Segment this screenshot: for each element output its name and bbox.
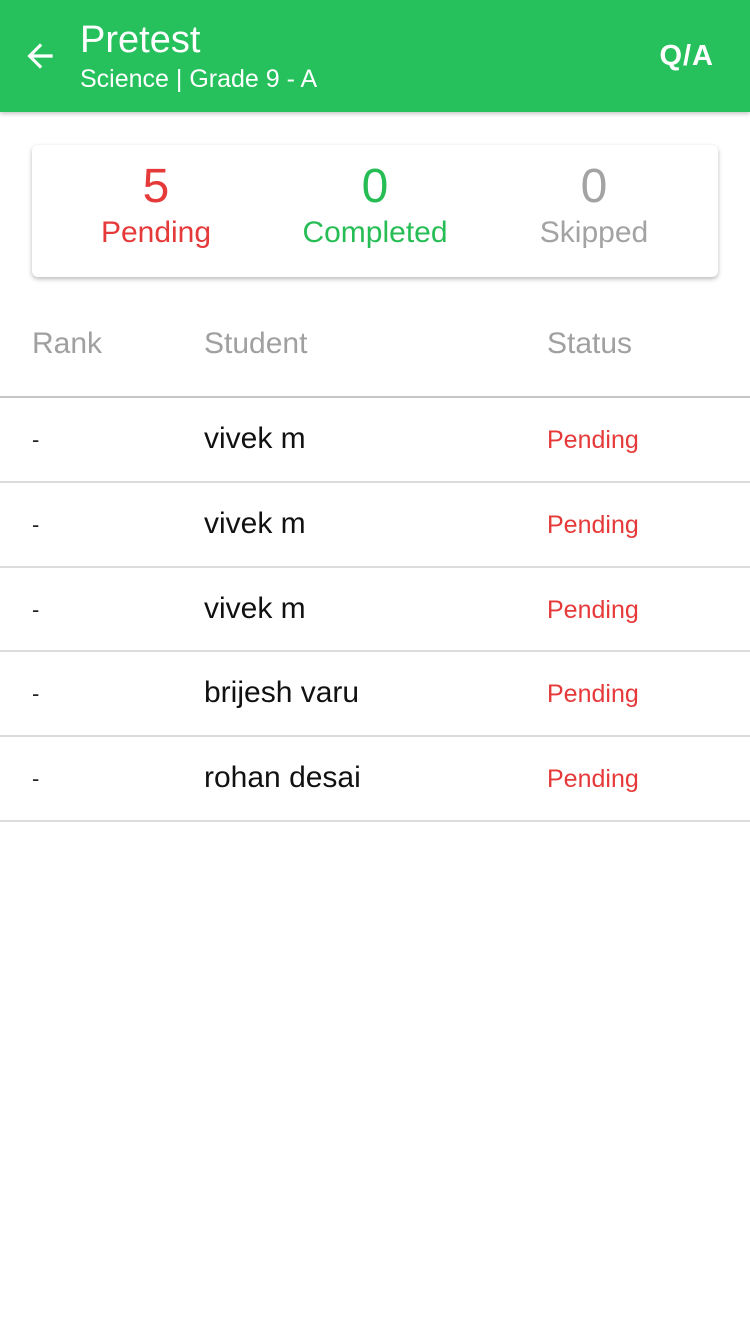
- table-header: Rank Student Status: [0, 314, 750, 398]
- table-row[interactable]: - rohan desai Pending: [0, 737, 750, 822]
- table-row[interactable]: - vivek m Pending: [0, 568, 750, 653]
- student-name: rohan desai: [204, 761, 361, 795]
- page-title: Pretest: [80, 19, 201, 61]
- pending-label: Pending: [100, 216, 212, 249]
- completed-label: Completed: [302, 216, 448, 249]
- student-list: - vivek m Pending - vivek m Pending - vi…: [0, 398, 750, 822]
- completed-count: 0: [361, 160, 389, 213]
- student-name: vivek m: [204, 591, 306, 625]
- status-badge: Pending: [547, 510, 639, 539]
- rank-cell: -: [32, 766, 40, 792]
- app-screen: Pretest Science | Grade 9 - A Q/A 5 Pend…: [0, 0, 750, 1334]
- pending-count: 5: [142, 160, 170, 213]
- table-row[interactable]: - vivek m Pending: [0, 398, 750, 483]
- table-row[interactable]: - brijesh varu Pending: [0, 652, 750, 738]
- rank-column-header: Rank: [32, 327, 103, 360]
- pending-stat: 5 Pending: [56, 159, 256, 251]
- student-name: brijesh varu: [204, 676, 360, 710]
- rank-cell: -: [32, 681, 40, 707]
- app-bar: Pretest Science | Grade 9 - A Q/A: [0, 0, 750, 112]
- status-badge: Pending: [547, 680, 639, 709]
- page-subtitle: Science | Grade 9 - A: [80, 65, 318, 93]
- student-name: vivek m: [204, 506, 306, 540]
- status-badge: Pending: [547, 595, 639, 624]
- summary-card: 5 Pending 0 Completed 0 Skipped: [32, 145, 718, 277]
- student-column-header: Student: [204, 327, 308, 360]
- student-name: vivek m: [204, 422, 306, 455]
- status-column-header: Status: [547, 327, 633, 360]
- back-button[interactable]: [14, 32, 66, 84]
- status-badge: Pending: [547, 765, 639, 794]
- completed-stat: 0 Completed: [275, 159, 475, 251]
- skipped-count: 0: [580, 160, 608, 213]
- arrow-left-icon: [21, 37, 59, 80]
- status-badge: Pending: [547, 426, 639, 454]
- rank-cell: -: [32, 427, 40, 452]
- qa-button[interactable]: Q/A: [659, 36, 714, 76]
- skipped-stat: 0 Skipped: [494, 159, 694, 251]
- rank-cell: -: [32, 596, 40, 622]
- table-row[interactable]: - vivek m Pending: [0, 483, 750, 568]
- skipped-label: Skipped: [539, 216, 649, 249]
- rank-cell: -: [32, 511, 40, 537]
